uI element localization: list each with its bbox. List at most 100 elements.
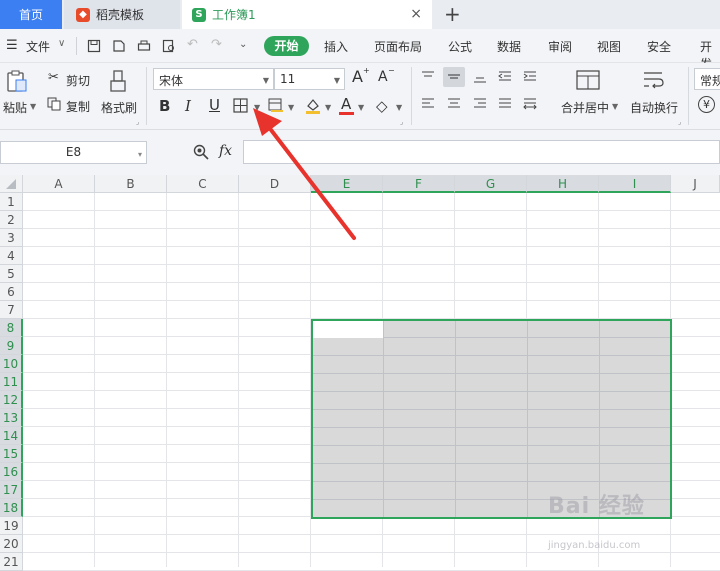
font-name-select[interactable]: 宋体 ▼	[153, 68, 274, 90]
customize-toolbar-icon[interactable]: ⌄	[239, 39, 247, 50]
bold-button[interactable]: B	[159, 97, 170, 115]
merge-center-button[interactable]: 合并居中	[561, 99, 609, 116]
borders-icon[interactable]	[233, 98, 248, 113]
row-header-10[interactable]: 10	[0, 355, 23, 373]
distributed-align-icon[interactable]	[522, 97, 538, 111]
export-icon[interactable]	[112, 39, 126, 53]
align-right-icon[interactable]	[472, 97, 488, 111]
menu-page-layout[interactable]: 页面布局	[374, 38, 422, 55]
menu-view[interactable]: 视图	[597, 38, 621, 55]
fill-color-icon[interactable]	[304, 97, 322, 114]
menu-insert[interactable]: 插入	[324, 38, 348, 55]
row-header-6[interactable]: 6	[0, 283, 23, 301]
align-center-icon[interactable]	[446, 97, 462, 111]
paste-button[interactable]: 粘贴	[3, 99, 27, 116]
row-header-20[interactable]: 20	[0, 535, 23, 553]
increase-font-button[interactable]: A	[352, 67, 363, 86]
cell-style-icon[interactable]	[268, 98, 284, 113]
copy-button[interactable]: 复制	[66, 98, 90, 115]
menu-start[interactable]: 开始	[264, 36, 309, 56]
align-top-icon[interactable]	[420, 70, 436, 84]
font-size-select[interactable]: 11 ▼	[274, 68, 345, 90]
column-header-G[interactable]: G	[455, 175, 527, 193]
menu-file[interactable]: 文件	[26, 38, 50, 55]
row-header-19[interactable]: 19	[0, 517, 23, 535]
menu-security[interactable]: 安全	[647, 38, 671, 55]
column-header-E[interactable]: E	[311, 175, 383, 193]
currency-icon[interactable]: ¥	[698, 96, 715, 113]
decrease-font-button[interactable]: A	[378, 69, 388, 85]
borders-dropdown-icon[interactable]: ▼	[254, 103, 260, 112]
column-header-A[interactable]: A	[23, 175, 95, 193]
wrap-text-button[interactable]: 自动换行	[630, 99, 678, 116]
format-painter-icon[interactable]	[108, 69, 130, 93]
menu-review[interactable]: 审阅	[548, 38, 572, 55]
row-header-11[interactable]: 11	[0, 373, 23, 391]
decrease-indent-icon[interactable]	[497, 70, 513, 84]
row-header-1[interactable]: 1	[0, 193, 23, 211]
align-bottom-icon[interactable]	[472, 70, 488, 84]
new-tab-button[interactable]: +	[444, 2, 461, 26]
clipboard-launcher-icon[interactable]: ⌟	[136, 118, 139, 126]
formula-input[interactable]	[243, 140, 720, 164]
column-header-J[interactable]: J	[671, 175, 720, 193]
row-header-8[interactable]: 8	[0, 319, 23, 337]
row-header-18[interactable]: 18	[0, 499, 23, 517]
redo-icon[interactable]: ↷	[211, 37, 222, 52]
font-color-dropdown-icon[interactable]: ▼	[358, 103, 364, 112]
column-header-F[interactable]: F	[383, 175, 455, 193]
insert-function-button[interactable]: fx	[219, 143, 232, 159]
row-header-17[interactable]: 17	[0, 481, 23, 499]
active-cell[interactable]	[313, 321, 383, 338]
italic-button[interactable]: I	[185, 97, 191, 115]
row-header-12[interactable]: 12	[0, 391, 23, 409]
fill-color-dropdown-icon[interactable]: ▼	[325, 103, 331, 112]
hamburger-menu-icon[interactable]: ☰	[6, 38, 18, 53]
font-launcher-icon[interactable]: ⌟	[400, 118, 403, 126]
chevron-down-icon[interactable]: ▾	[138, 144, 142, 165]
row-header-3[interactable]: 3	[0, 229, 23, 247]
cell-style-dropdown-icon[interactable]: ▼	[288, 103, 294, 112]
column-header-C[interactable]: C	[167, 175, 239, 193]
row-header-4[interactable]: 4	[0, 247, 23, 265]
eraser-icon[interactable]: ◇	[376, 97, 388, 115]
format-painter-button[interactable]: 格式刷	[101, 99, 137, 116]
save-icon[interactable]	[87, 39, 101, 53]
row-header-15[interactable]: 15	[0, 445, 23, 463]
font-color-button[interactable]: A	[341, 95, 351, 113]
tab-workbook[interactable]: S 工作簿1 ×	[182, 0, 432, 29]
underline-button[interactable]: U	[209, 96, 220, 114]
column-header-B[interactable]: B	[95, 175, 167, 193]
print-preview-icon[interactable]	[162, 39, 176, 53]
merge-center-icon[interactable]	[576, 70, 600, 90]
row-header-2[interactable]: 2	[0, 211, 23, 229]
row-header-16[interactable]: 16	[0, 463, 23, 481]
align-left-icon[interactable]	[420, 97, 436, 111]
row-header-9[interactable]: 9	[0, 337, 23, 355]
tab-template[interactable]: ◆ 稻壳模板	[64, 0, 180, 29]
column-header-D[interactable]: D	[239, 175, 311, 193]
paste-icon[interactable]	[6, 69, 28, 93]
row-header-21[interactable]: 21	[0, 553, 23, 571]
alignment-launcher-icon[interactable]: ⌟	[678, 118, 681, 126]
align-middle-button[interactable]	[443, 67, 465, 87]
chevron-down-icon[interactable]: ∨	[58, 38, 65, 49]
column-header-H[interactable]: H	[527, 175, 599, 193]
menu-formula[interactable]: 公式	[448, 38, 472, 55]
row-header-13[interactable]: 13	[0, 409, 23, 427]
justify-icon[interactable]	[497, 97, 513, 111]
number-format-select[interactable]: 常规	[694, 68, 720, 90]
close-tab-icon[interactable]: ×	[410, 6, 422, 22]
column-header-I[interactable]: I	[599, 175, 671, 193]
print-icon[interactable]	[137, 39, 151, 53]
menu-data[interactable]: 数据	[497, 38, 521, 55]
row-header-5[interactable]: 5	[0, 265, 23, 283]
merge-dropdown-icon[interactable]: ▼	[612, 102, 618, 111]
clear-dropdown-icon[interactable]: ▼	[396, 103, 402, 112]
zoom-search-icon[interactable]	[193, 144, 209, 160]
name-box[interactable]: E8 ▾	[0, 141, 147, 164]
row-header-14[interactable]: 14	[0, 427, 23, 445]
wrap-text-icon[interactable]	[641, 70, 665, 90]
tab-home[interactable]: 首页	[0, 0, 62, 29]
undo-icon[interactable]: ↶	[187, 37, 198, 52]
